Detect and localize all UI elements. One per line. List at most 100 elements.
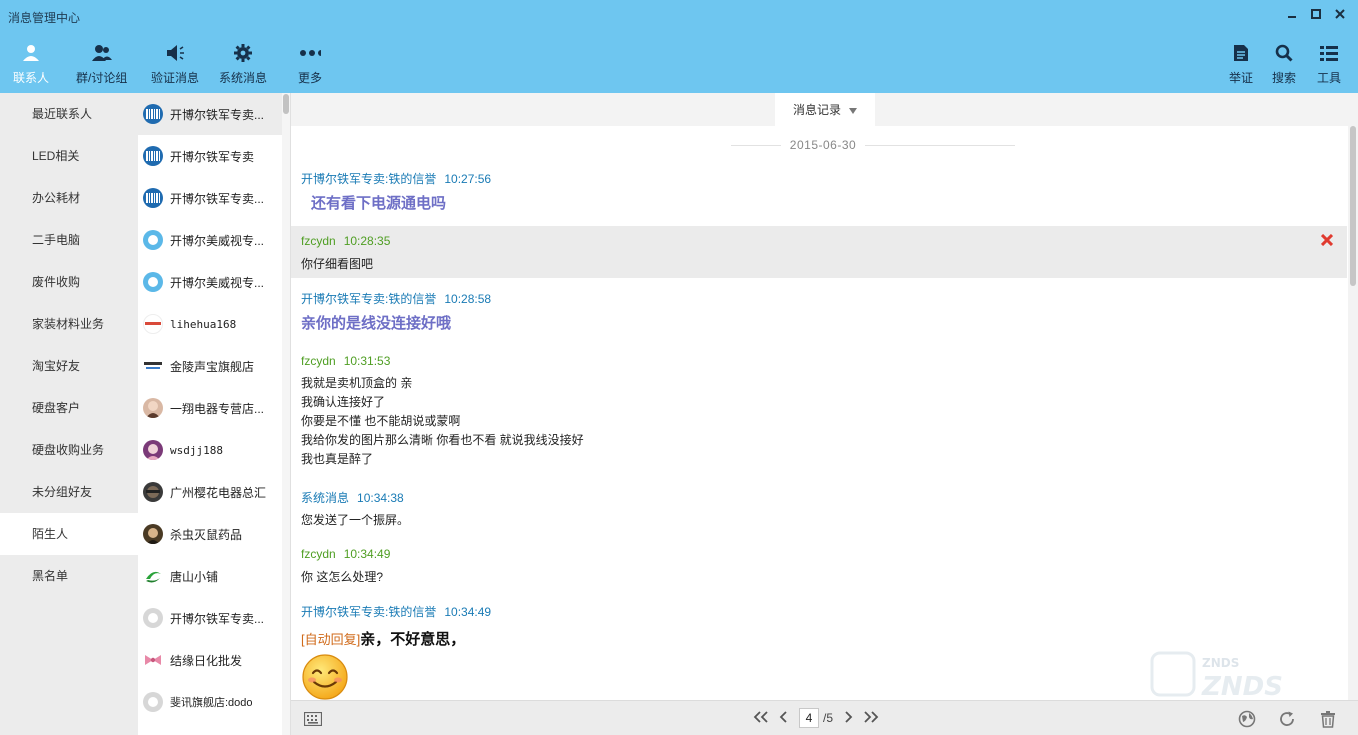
speaker-icon: [164, 42, 186, 64]
person-photo-icon: [143, 398, 163, 418]
message-sender: 开博尔铁军专卖:铁的信誉: [301, 605, 437, 619]
message-text: 你仔细看图吧: [301, 257, 374, 271]
message-header: fzcydn 10:34:49: [301, 546, 1347, 562]
group-item[interactable]: 硬盘客户: [0, 387, 138, 429]
group-item[interactable]: 最近联系人: [0, 93, 138, 135]
chat-footer: 4 /5: [291, 700, 1358, 735]
green-logo-icon: [143, 566, 163, 586]
contact-item[interactable]: 广州樱花电器总汇: [138, 471, 290, 513]
contact-item[interactable]: 结缘日化批发: [138, 639, 290, 681]
tab-groups[interactable]: 群/讨论组: [76, 42, 127, 90]
message-header: 开博尔铁军专卖:铁的信誉 10:28:58: [301, 291, 1347, 307]
contact-name: 斐讯旗舰店:dodo: [170, 697, 253, 709]
contact-name: 唐山小铺: [170, 569, 219, 584]
contact-name: lihehua168: [170, 317, 237, 331]
message-text: 我也真是醉了: [301, 452, 374, 466]
contact-item[interactable]: 开博尔铁军专卖: [138, 135, 290, 177]
group-item[interactable]: 家装材料业务: [0, 303, 138, 345]
pager: 4 /5: [753, 706, 879, 730]
contact-name: 开博尔铁军专卖: [170, 149, 255, 164]
report-button[interactable]: 举证: [1229, 42, 1253, 90]
contact-list-scroll-thumb[interactable]: [283, 94, 289, 114]
group-item[interactable]: 未分组好友: [0, 471, 138, 513]
trash-icon[interactable]: [1318, 709, 1338, 729]
message-text: 亲你的是线没连接好哦: [301, 315, 452, 332]
text-logo-icon: [143, 314, 163, 334]
message-text: 我给你发的图片那么清晰 你看也不看 就说我线没接好: [301, 433, 584, 447]
contact-item[interactable]: 唐山小铺: [138, 555, 290, 597]
history-dropdown[interactable]: 消息记录: [775, 93, 875, 126]
refresh-icon[interactable]: [1277, 709, 1297, 729]
contact-item[interactable]: 开博尔铁军专卖...: [138, 177, 290, 219]
close-icon[interactable]: [1332, 6, 1348, 22]
tab-system[interactable]: 系统消息: [219, 42, 267, 90]
contact-list-scrollbar[interactable]: [282, 93, 290, 735]
contact-item[interactable]: 一翔电器专营店...: [138, 387, 290, 429]
minimize-icon[interactable]: [1284, 6, 1300, 22]
contact-item[interactable]: 杀虫灭鼠药品: [138, 513, 290, 555]
message-text: 我确认连接好了: [301, 395, 386, 409]
group-item[interactable]: 硬盘收购业务: [0, 429, 138, 471]
group-item[interactable]: 淘宝好友: [0, 345, 138, 387]
contact-item[interactable]: 开博尔美威视专...: [138, 261, 290, 303]
message-time: 10:34:49: [444, 605, 492, 619]
message-sender: fzcydn: [301, 354, 336, 368]
contact-item[interactable]: 开博尔铁军专卖...: [138, 597, 290, 639]
contact-item[interactable]: wsdjj188: [138, 429, 290, 471]
contact-name: 一翔电器专营店...: [170, 401, 265, 416]
contact-item[interactable]: 金陵声宝旗舰店: [138, 345, 290, 387]
default-avatar-icon: [143, 692, 163, 712]
message-time: 10:34:38: [357, 491, 404, 505]
first-page-icon[interactable]: [753, 710, 769, 726]
svg-text:ZNDS: ZNDS: [1202, 656, 1239, 670]
group-item[interactable]: 黑名单: [0, 555, 138, 597]
contact-item[interactable]: 开博尔铁军专卖...: [138, 93, 290, 135]
message-text: 我就是卖机顶盒的 亲: [301, 376, 413, 390]
contact-list: 开博尔铁军专卖... 开博尔铁军专卖 开博尔铁军专卖... 开博尔美威视专...…: [138, 93, 291, 735]
gear-icon: [232, 42, 254, 64]
keyboard-icon[interactable]: [303, 709, 323, 729]
chat-header: 消息记录: [291, 93, 1358, 126]
history-dropdown-label: 消息记录: [792, 103, 841, 117]
page-total: /5: [823, 711, 834, 725]
message-time: 10:28:35: [343, 234, 391, 248]
barcode-logo-icon: [143, 188, 163, 208]
person-photo-icon: [143, 482, 163, 502]
search-icon: [1273, 42, 1295, 64]
circle-logo-icon: [143, 272, 163, 292]
tab-contacts[interactable]: 联系人: [13, 42, 49, 90]
group-item[interactable]: 二手电脑: [0, 219, 138, 261]
message-sender: fzcydn: [301, 547, 336, 561]
message-header: fzcydn 10:28:35: [301, 233, 1347, 249]
tab-groups-label: 群/讨论组: [76, 71, 128, 85]
group-item[interactable]: 废件收购: [0, 261, 138, 303]
date-line-left: [731, 145, 781, 146]
contact-item[interactable]: lihehua168: [138, 303, 290, 345]
delete-icon[interactable]: [1320, 233, 1334, 249]
message: fzcydn 10:34:49 你 这怎么处理?: [291, 546, 1347, 587]
chat-scrollbar[interactable]: [1348, 126, 1358, 701]
date-separator: 2015-06-30: [291, 138, 1358, 154]
group-item[interactable]: 办公耗材: [0, 177, 138, 219]
next-page-icon[interactable]: [843, 710, 853, 726]
chat-scroll-thumb[interactable]: [1350, 126, 1356, 286]
tab-verify[interactable]: 验证消息: [151, 42, 199, 90]
page-number-input[interactable]: 4: [799, 708, 819, 728]
last-page-icon[interactable]: [863, 710, 879, 726]
barcode-logo-icon: [143, 104, 163, 124]
tools-button[interactable]: 工具: [1317, 42, 1341, 90]
maximize-icon[interactable]: [1308, 6, 1324, 22]
contact-name: 开博尔美威视专...: [170, 233, 265, 248]
prev-page-icon[interactable]: [779, 710, 789, 726]
search-button[interactable]: 搜索: [1272, 42, 1296, 90]
contact-item[interactable]: 开博尔美威视专...: [138, 219, 290, 261]
message-text: 你要是不懂 也不能胡说或蒙啊: [301, 414, 461, 428]
contact-item[interactable]: 斐讯旗舰店:dodo: [138, 681, 290, 723]
globe-icon[interactable]: [1237, 709, 1257, 729]
group-list: 最近联系人 LED相关 办公耗材 二手电脑 废件收购 家装材料业务 淘宝好友 硬…: [0, 93, 138, 735]
group-item-strangers[interactable]: 陌生人: [0, 513, 138, 555]
tab-more[interactable]: 更多: [298, 42, 322, 90]
group-item[interactable]: LED相关: [0, 135, 138, 177]
group-icon: [91, 42, 113, 64]
date-line-right: [865, 145, 1015, 146]
